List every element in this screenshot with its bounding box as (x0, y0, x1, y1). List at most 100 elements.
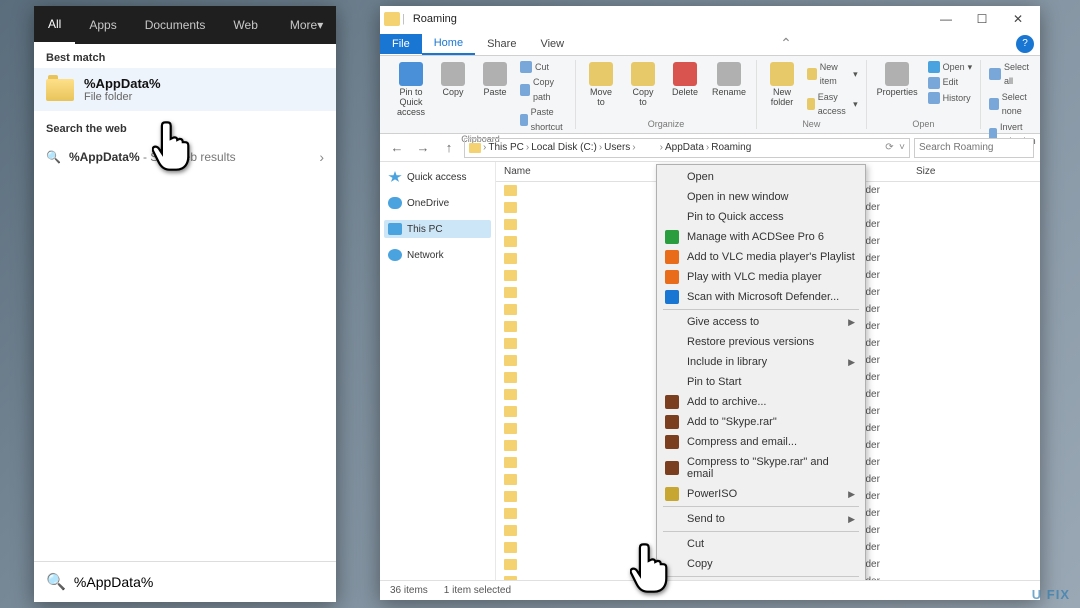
nav-quick-access[interactable]: Quick access (384, 168, 491, 186)
context-menu-item[interactable]: Pin to Quick access (659, 207, 863, 227)
result-subtitle: File folder (84, 91, 161, 103)
rename-button[interactable]: Rename (710, 60, 748, 100)
minimize-button[interactable]: — (928, 6, 964, 32)
folder-icon (504, 321, 517, 332)
context-menu-item[interactable]: Play with VLC media player (659, 267, 863, 287)
help-button[interactable]: ? (1016, 35, 1034, 53)
context-menu-item[interactable]: Manage with ACDSee Pro 6 (659, 227, 863, 247)
context-menu-item[interactable]: Open (659, 167, 863, 187)
open-button[interactable]: Open ▾ (928, 60, 973, 74)
context-menu-item[interactable]: Open in new window (659, 187, 863, 207)
properties-button[interactable]: Properties (875, 60, 920, 100)
navigation-pane: Quick access OneDrive This PC Network (380, 162, 496, 580)
tab-documents[interactable]: Documents (131, 6, 220, 44)
chevron-right-icon: › (319, 149, 324, 165)
context-menu-item[interactable]: PowerISO▶ (659, 484, 863, 504)
qat-divider: | (402, 13, 405, 25)
search-icon: 🔍 (46, 150, 61, 164)
new-folder-button[interactable]: New folder (765, 60, 799, 110)
window-title: Roaming (413, 13, 457, 25)
folder-icon (504, 202, 517, 213)
pin-quickaccess-button[interactable]: Pin to Quick access (394, 60, 428, 120)
folder-icon (504, 270, 517, 281)
folder-icon (504, 185, 517, 196)
tab-all[interactable]: All (34, 6, 75, 44)
ribbon-tabs: File Home Share View ⌃ ? (380, 32, 1040, 56)
result-title: %AppData% (84, 76, 161, 91)
move-to-button[interactable]: Move to (584, 60, 618, 110)
start-search-box[interactable]: 🔍 (34, 561, 336, 602)
copy-path-button[interactable]: Copy path (520, 75, 567, 104)
tab-apps[interactable]: Apps (75, 6, 130, 44)
ribbon-tab-share[interactable]: Share (475, 34, 528, 54)
delete-button[interactable]: Delete (668, 60, 702, 100)
tab-web[interactable]: Web (219, 6, 271, 44)
folder-icon (504, 440, 517, 451)
context-menu-item[interactable]: Add to "Skype.rar" (659, 412, 863, 432)
search-web-header: Search the web (34, 111, 336, 141)
breadcrumb[interactable]: › This PC› Local Disk (C:)› Users› › App… (464, 138, 910, 158)
folder-icon (504, 372, 517, 383)
title-bar[interactable]: | Roaming — ☐ ✕ (380, 6, 1040, 32)
context-menu-item[interactable]: Restore previous versions (659, 332, 863, 352)
ribbon-tab-home[interactable]: Home (422, 33, 475, 55)
tab-more[interactable]: More ▾ (276, 6, 337, 44)
folder-icon (504, 508, 517, 519)
context-menu-item[interactable]: Compress to "Skype.rar" and email (659, 452, 863, 484)
context-menu-item[interactable]: Add to archive... (659, 392, 863, 412)
context-menu-item[interactable]: Create shortcut (659, 579, 863, 580)
context-menu: OpenOpen in new windowPin to Quick acces… (656, 164, 866, 580)
ribbon-tab-view[interactable]: View (528, 34, 576, 54)
folder-icon (504, 338, 517, 349)
folder-icon (46, 79, 74, 101)
paste-button[interactable]: Paste (478, 60, 512, 100)
search-input[interactable] (74, 574, 324, 590)
paste-shortcut-button[interactable]: Paste shortcut (520, 105, 567, 134)
context-menu-item[interactable]: Scan with Microsoft Defender... (659, 287, 863, 307)
folder-icon (504, 542, 517, 553)
nav-network[interactable]: Network (384, 246, 491, 264)
explorer-search-input[interactable] (914, 138, 1034, 158)
folder-icon (504, 457, 517, 468)
file-list-area: Name Date modified Type Size 9 9:14 PMFi… (496, 162, 1040, 580)
folder-icon (504, 355, 517, 366)
context-menu-item[interactable]: Include in library▶ (659, 352, 863, 372)
folder-icon (504, 474, 517, 485)
search-result-appdata[interactable]: %AppData% File folder (34, 68, 336, 111)
folder-icon (469, 143, 481, 153)
address-bar: ← → ↑ › This PC› Local Disk (C:)› Users›… (380, 134, 1040, 162)
cut-button[interactable]: Cut (520, 60, 567, 74)
context-menu-item[interactable]: Add to VLC media player's Playlist (659, 247, 863, 267)
context-menu-item[interactable]: Copy (659, 554, 863, 574)
copy-button[interactable]: Copy (436, 60, 470, 100)
folder-icon (504, 219, 517, 230)
folder-icon (504, 236, 517, 247)
context-menu-item[interactable]: Send to▶ (659, 509, 863, 529)
back-button[interactable]: ← (386, 137, 408, 159)
select-all-button[interactable]: Select all (989, 60, 1040, 89)
history-button[interactable]: History (928, 91, 973, 105)
context-menu-item[interactable]: Give access to▶ (659, 312, 863, 332)
context-menu-item[interactable]: Cut (659, 534, 863, 554)
nav-this-pc[interactable]: This PC (384, 220, 491, 238)
nav-onedrive[interactable]: OneDrive (384, 194, 491, 212)
copy-to-button[interactable]: Copy to (626, 60, 660, 110)
explorer-window: | Roaming — ☐ ✕ File Home Share View ⌃ ?… (380, 6, 1040, 600)
status-item-count: 36 items (390, 585, 428, 596)
context-menu-item[interactable]: Compress and email... (659, 432, 863, 452)
search-web-row[interactable]: 🔍 %AppData% - See web results › (34, 141, 336, 173)
forward-button[interactable]: → (412, 137, 434, 159)
status-selected-count: 1 item selected (444, 585, 511, 596)
maximize-button[interactable]: ☐ (964, 6, 1000, 32)
file-tab[interactable]: File (380, 34, 422, 54)
status-bar: 36 items 1 item selected (380, 580, 1040, 600)
up-button[interactable]: ↑ (438, 137, 460, 159)
easy-access-button[interactable]: Easy access ▾ (807, 90, 858, 119)
ribbon-collapse-button[interactable]: ⌃ (780, 35, 792, 52)
close-button[interactable]: ✕ (1000, 6, 1036, 32)
watermark: U FIX (1032, 587, 1070, 602)
new-item-button[interactable]: New item ▾ (807, 60, 858, 89)
context-menu-item[interactable]: Pin to Start (659, 372, 863, 392)
edit-button[interactable]: Edit (928, 75, 973, 89)
select-none-button[interactable]: Select none (989, 90, 1040, 119)
